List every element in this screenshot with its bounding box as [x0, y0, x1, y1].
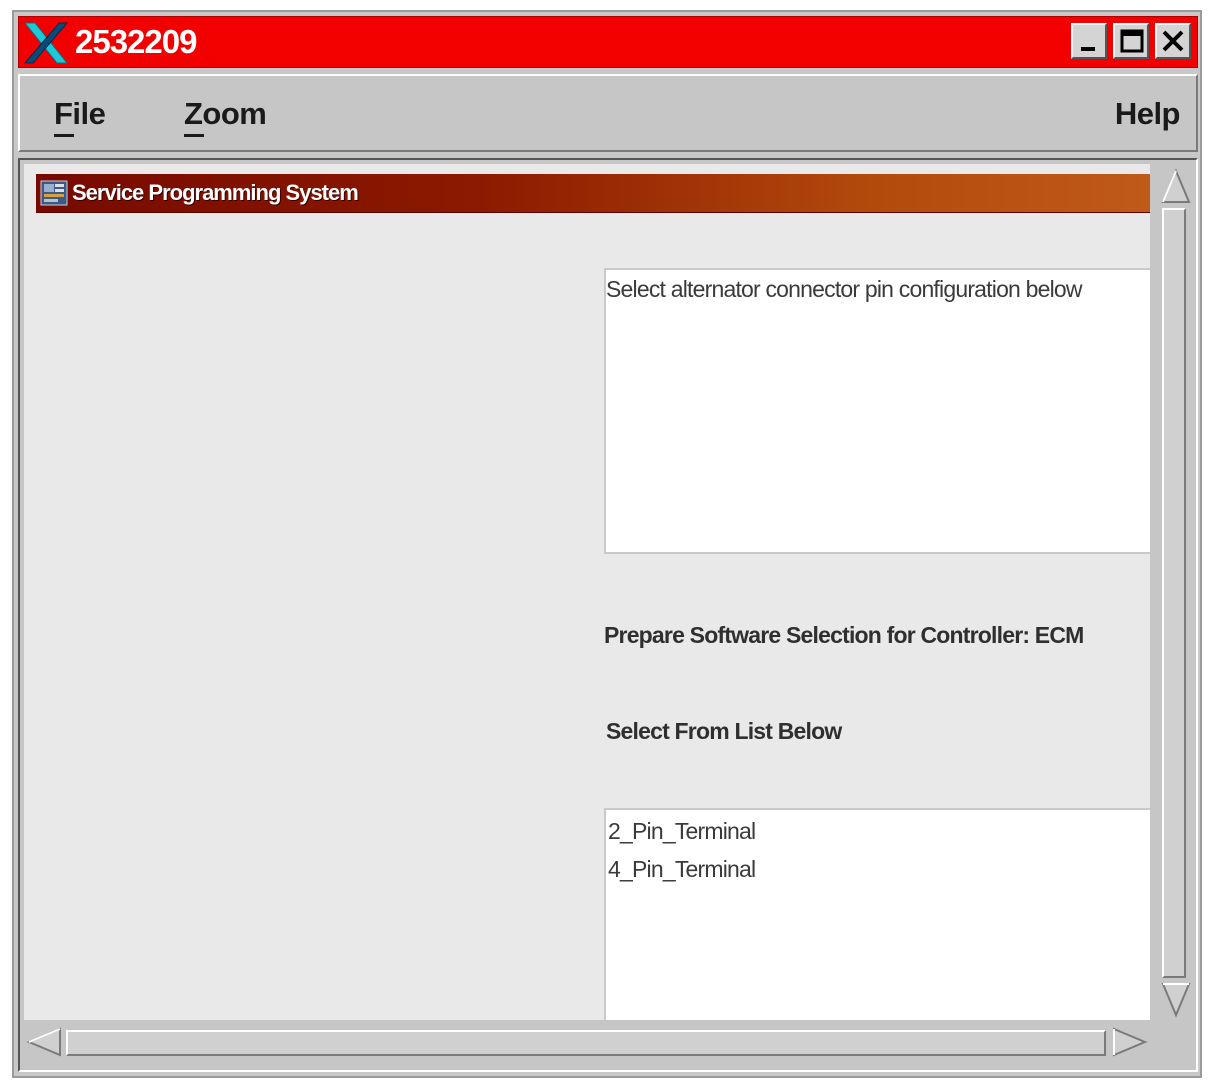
option-list[interactable]: 2_Pin_Terminal 4_Pin_Terminal	[604, 808, 1150, 1020]
scroll-right-arrow-icon[interactable]	[1110, 1026, 1148, 1058]
menu-help[interactable]: Help	[1114, 96, 1181, 132]
menu-file[interactable]: File	[54, 96, 106, 137]
mnemonic-underline	[184, 134, 204, 137]
scroll-left-arrow-icon[interactable]	[26, 1026, 64, 1058]
message-textarea[interactable]: Select alternator connector pin configur…	[604, 268, 1150, 554]
mnemonic-underline	[54, 134, 74, 137]
maximize-icon	[1120, 29, 1144, 53]
app-header: Service Programming System	[36, 174, 1150, 213]
app-icon	[40, 180, 68, 206]
scroll-viewport: Service Programming System Select altern…	[24, 164, 1150, 1020]
list-item-4-pin-terminal[interactable]: 4_Pin_Terminal	[608, 856, 756, 883]
vertical-scroll-thumb[interactable]	[1162, 208, 1186, 978]
close-button[interactable]	[1155, 23, 1191, 59]
content-frame: Service Programming System Select altern…	[18, 158, 1198, 1072]
list-item-2-pin-terminal[interactable]: 2_Pin_Terminal	[608, 818, 756, 845]
menu-zoom[interactable]: Zoom	[184, 96, 267, 137]
application-window: 2532209 File Zoom Help Service Programmi…	[12, 10, 1202, 1078]
x-logo-icon	[23, 22, 69, 64]
app-title: Service Programming System	[72, 180, 359, 205]
close-icon	[1162, 30, 1184, 52]
horizontal-scroll-thumb[interactable]	[66, 1030, 1106, 1056]
maximize-button[interactable]	[1113, 23, 1149, 59]
menu-help-label: Help	[1114, 96, 1181, 131]
minimize-button[interactable]	[1071, 23, 1107, 59]
window-title: 2532209	[75, 23, 197, 60]
scrollbar-corner	[1158, 1022, 1194, 1060]
scroll-up-arrow-icon[interactable]	[1160, 168, 1192, 206]
menu-zoom-label: Zoom	[184, 96, 267, 131]
menu-bar: File Zoom Help	[18, 74, 1198, 152]
minimize-icon	[1081, 47, 1095, 51]
select-label: Select From List Below	[606, 718, 842, 744]
menu-file-label: File	[54, 96, 106, 131]
scroll-down-arrow-icon[interactable]	[1160, 980, 1192, 1018]
title-bar[interactable]: 2532209	[18, 16, 1198, 68]
message-text: Select alternator connector pin configur…	[606, 276, 1083, 302]
horizontal-scrollbar[interactable]	[24, 1022, 1150, 1060]
vertical-scrollbar[interactable]	[1158, 164, 1194, 1020]
prepare-label: Prepare Software Selection for Controlle…	[604, 622, 1084, 648]
